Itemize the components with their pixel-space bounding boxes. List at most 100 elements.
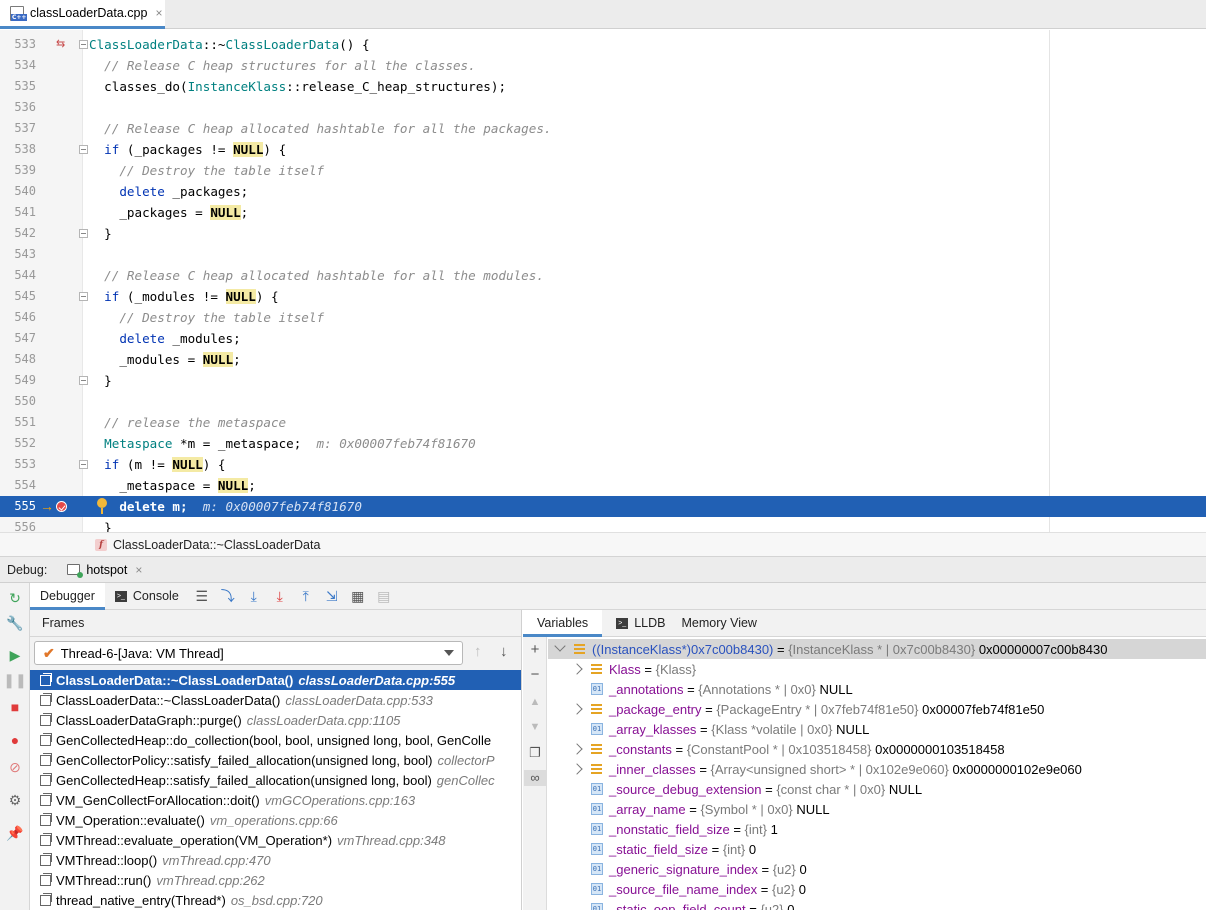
line-number[interactable]: 552 [0, 433, 36, 454]
line-number[interactable]: 555 [0, 496, 36, 517]
wrench-icon[interactable]: 🔧 [6, 615, 23, 631]
code-text[interactable]: _modules = NULL; [89, 349, 241, 370]
code-text[interactable]: // release the metaspace [89, 412, 286, 433]
code-text[interactable]: delete m; m: 0x00007feb74f81670 [89, 496, 362, 517]
plus-icon[interactable]: + [527, 642, 543, 658]
line-number[interactable]: 548 [0, 349, 36, 370]
code-text[interactable]: _metaspace = NULL; [89, 475, 256, 496]
breadcrumb-label[interactable]: ClassLoaderData::~ClassLoaderData [113, 538, 320, 552]
line-number[interactable]: 547 [0, 328, 36, 349]
code-line[interactable]: 548 _modules = NULL; [0, 349, 1206, 370]
stack-frame[interactable]: ClassLoaderData::~ClassLoaderData() class… [30, 670, 521, 690]
override-gutter-icon[interactable]: ⇆ [56, 38, 65, 50]
arrow-up-icon[interactable]: ↑ [474, 643, 482, 661]
code-text[interactable]: Metaspace *m = _metaspace; m: 0x00007feb… [89, 433, 476, 454]
code-text[interactable]: delete _packages; [89, 181, 248, 202]
code-line[interactable]: 536 [0, 97, 1206, 118]
line-number[interactable]: 545 [0, 286, 36, 307]
line-number[interactable]: 551 [0, 412, 36, 433]
arrow-down-icon[interactable]: ↓ [500, 643, 508, 661]
variable-row[interactable]: 01 _array_klasses = {Klass *volatile | 0x… [548, 719, 1206, 739]
line-number[interactable]: 541 [0, 202, 36, 223]
code-editor[interactable]: 533 ⇆ ClassLoaderData::~ClassLoaderData() … [0, 30, 1206, 532]
stack-frame[interactable]: GenCollectedHeap::do_collection(bool, bo… [30, 730, 521, 750]
force-step-into-icon[interactable]: ⤓ [267, 583, 293, 610]
variable-row[interactable]: _inner_classes = {Array<unsigned short> … [548, 759, 1206, 779]
stack-frame[interactable]: VMThread::loop() vmThread.cpp:470 [30, 850, 521, 870]
pause-icon[interactable]: ❚❚ [3, 672, 26, 688]
stack-frame[interactable]: ClassLoaderData::~ClassLoaderData() class… [30, 690, 521, 710]
close-icon[interactable]: × [155, 6, 162, 20]
line-number[interactable]: 543 [0, 244, 36, 265]
variable-row[interactable]: 01 _static_field_size = {int} 0 [548, 839, 1206, 859]
code-line[interactable]: 550 [0, 391, 1206, 412]
code-line[interactable]: 556 } [0, 517, 1206, 532]
code-line[interactable]: 538 if (_packages != NULL) { [0, 139, 1206, 160]
line-number[interactable]: 537 [0, 118, 36, 139]
stack-frame[interactable]: thread_native_entry(Thread*) os_bsd.cpp:7… [30, 890, 521, 910]
line-number[interactable]: 538 [0, 139, 36, 160]
variable-row[interactable]: 01 _static_oop_field_count = {u2} 0 [548, 899, 1206, 910]
variable-row[interactable]: 01 _source_file_name_index = {u2} 0 [548, 879, 1206, 899]
code-line[interactable]: 539 // Destroy the table itself [0, 160, 1206, 181]
code-text[interactable]: _packages = NULL; [89, 202, 248, 223]
fold-toggle-icon[interactable] [79, 229, 88, 238]
mute-breakpoints-icon[interactable]: ⊘ [7, 759, 23, 775]
tab-debugger[interactable]: Debugger [30, 582, 105, 610]
line-number[interactable]: 556 [0, 517, 36, 532]
step-over-icon[interactable]: ⤵ [215, 583, 241, 610]
line-number[interactable]: 539 [0, 160, 36, 181]
layout-icon[interactable]: ▤ [371, 583, 397, 610]
code-line[interactable]: 542 } [0, 223, 1206, 244]
code-text[interactable]: } [89, 517, 112, 532]
code-text[interactable]: } [89, 223, 112, 244]
stack-frame[interactable]: VMThread::evaluate_operation(VM_Operatio… [30, 830, 521, 850]
line-number[interactable]: 542 [0, 223, 36, 244]
variable-row[interactable]: 01 _generic_signature_index = {u2} 0 [548, 859, 1206, 879]
chevron-right-icon[interactable] [571, 663, 583, 675]
step-into-icon[interactable]: ⤓ [241, 583, 267, 610]
close-icon[interactable]: × [135, 563, 142, 577]
variable-row[interactable]: 01 _nonstatic_field_size = {int} 1 [548, 819, 1206, 839]
code-text[interactable]: // Release C heap structures for all the… [89, 55, 476, 76]
code-text[interactable]: // Release C heap allocated hashtable fo… [89, 265, 544, 286]
stack-frame[interactable]: GenCollectedHeap::satisfy_failed_allocat… [30, 770, 521, 790]
breakpoint-icon[interactable] [56, 501, 67, 512]
line-number[interactable]: 554 [0, 475, 36, 496]
stack-frame[interactable]: VM_Operation::evaluate() vm_operations.cp… [30, 810, 521, 830]
line-number[interactable]: 536 [0, 97, 36, 118]
code-text[interactable]: // Destroy the table itself [89, 160, 324, 181]
code-line[interactable]: 540 delete _packages; [0, 181, 1206, 202]
code-text[interactable]: ClassLoaderData::~ClassLoaderData() { [89, 34, 370, 55]
code-line[interactable]: 533 ⇆ ClassLoaderData::~ClassLoaderData() … [0, 34, 1206, 55]
fold-toggle-icon[interactable] [79, 460, 88, 469]
line-number[interactable]: 546 [0, 307, 36, 328]
code-line[interactable]: 544 // Release C heap allocated hashtabl… [0, 265, 1206, 286]
line-number[interactable]: 534 [0, 55, 36, 76]
stack-frame[interactable]: GenCollectorPolicy::satisfy_failed_alloc… [30, 750, 521, 770]
code-line[interactable]: 551 // release the metaspace [0, 412, 1206, 433]
tab-console[interactable]: >_ Console [105, 583, 189, 610]
code-text[interactable]: // Release C heap allocated hashtable fo… [89, 118, 551, 139]
line-number[interactable]: 533 [0, 34, 36, 55]
chevron-down-icon[interactable] [554, 640, 566, 652]
code-line[interactable]: 549 } [0, 370, 1206, 391]
resume-icon[interactable]: ▶ [7, 647, 23, 663]
code-text[interactable]: // Destroy the table itself [89, 307, 324, 328]
code-text[interactable]: classes_do(InstanceKlass::release_C_heap… [89, 76, 506, 97]
code-text[interactable]: if (_packages != NULL) { [89, 139, 286, 160]
variable-row[interactable]: Klass = {Klass} [548, 659, 1206, 679]
code-line[interactable]: 547 delete _modules; [0, 328, 1206, 349]
fold-toggle-icon[interactable] [79, 376, 88, 385]
stack-frame[interactable]: VMThread::run() vmThread.cpp:262 [30, 870, 521, 890]
stop-icon[interactable]: ■ [7, 699, 23, 715]
glasses-icon[interactable]: ∞ [524, 770, 546, 786]
code-line[interactable]: 555 → delete m; m: 0x00007feb74f81670 [0, 496, 1206, 517]
variable-row[interactable]: 01 _source_debug_extension = {const char … [548, 779, 1206, 799]
tab-memory-view[interactable]: Memory View [679, 610, 770, 637]
chevron-right-icon[interactable] [571, 763, 583, 775]
copy-icon[interactable]: ❐ [527, 745, 543, 761]
code-line[interactable]: 552 Metaspace *m = _metaspace; m: 0x0000… [0, 433, 1206, 454]
code-line[interactable]: 541 _packages = NULL; [0, 202, 1206, 223]
chevron-right-icon[interactable] [571, 743, 583, 755]
